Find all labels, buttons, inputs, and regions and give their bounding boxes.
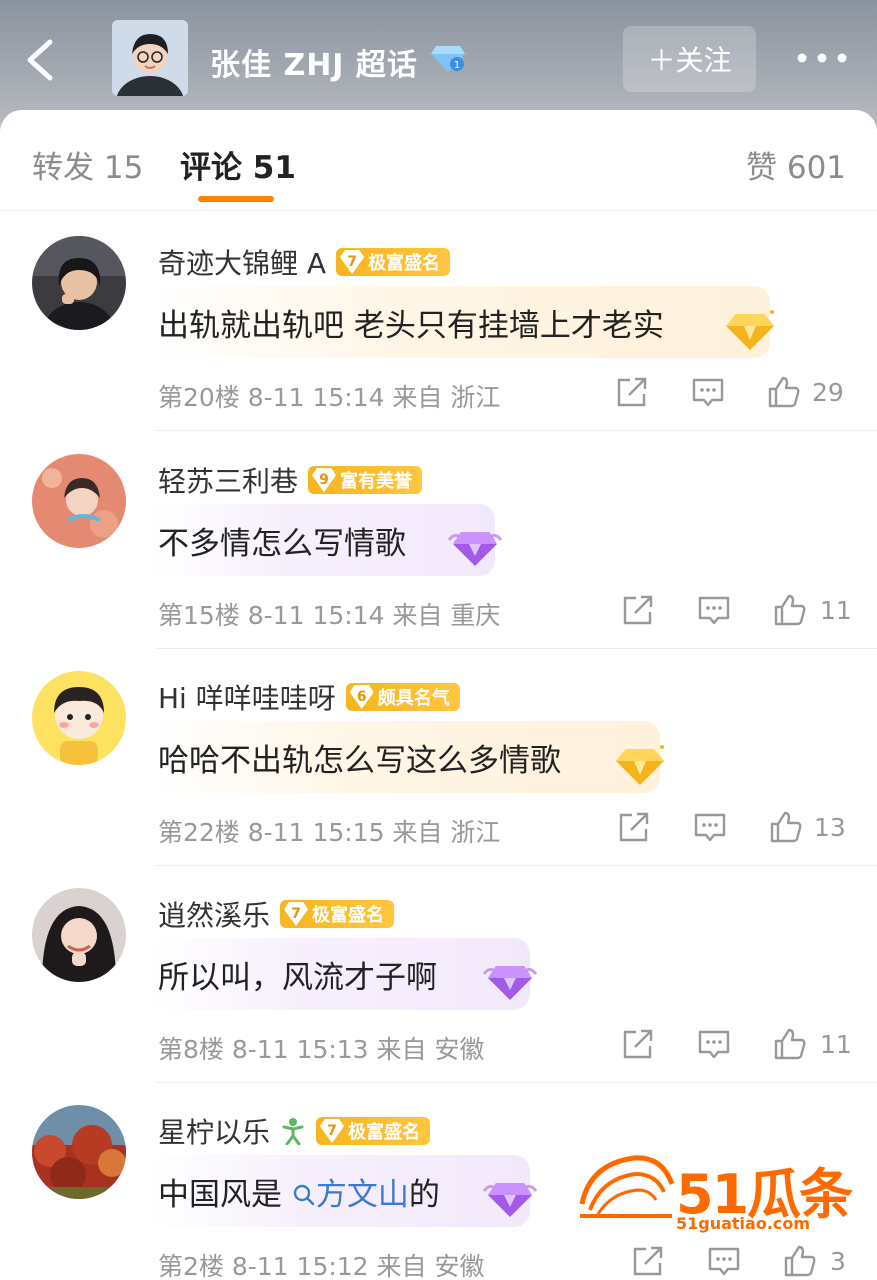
- comment-author: 奇迹大锦鲤 A 7 极富盛名: [158, 242, 451, 282]
- comment-bubble: 所以叫，风流才子啊: [150, 938, 538, 1010]
- comment-text-part: 的: [408, 1176, 440, 1213]
- tabs-divider: [0, 210, 877, 211]
- more-options-icon[interactable]: [792, 46, 852, 70]
- like-count: 11: [820, 1030, 852, 1059]
- user-avatar[interactable]: [32, 1105, 126, 1199]
- reply-comment-icon[interactable]: [692, 809, 728, 845]
- user-avatar[interactable]: [32, 888, 126, 982]
- watermark-url: 51guatiao.com: [676, 1214, 811, 1233]
- fan-level-badge: 7 极富盛名: [336, 248, 451, 276]
- follow-button[interactable]: ＋关注: [623, 26, 756, 92]
- verified-diamond-icon: 1: [431, 46, 465, 72]
- svg-text:1: 1: [454, 60, 460, 71]
- comment-item: Hi 咩咩哇哇呀 6 颇具名气 哈哈不出轨怎么写这么多情歌 第22楼 8-11 …: [0, 649, 877, 866]
- search-link[interactable]: 方文山: [292, 1177, 409, 1213]
- comment-text: 出轨就出轨吧 老头只有挂墙上才老实: [158, 307, 664, 344]
- comment-author: 逍然溪乐 7 极富盛名: [158, 894, 395, 934]
- like-count: 11: [820, 596, 852, 625]
- level-number: 6: [349, 685, 374, 709]
- comment-meta: 第15楼 8-11 15:14 来自 重庆: [158, 601, 501, 630]
- fan-level-badge: 7 极富盛名: [316, 1117, 431, 1145]
- purple-gem-icon: [447, 532, 503, 566]
- comment-text-part: 中国风是: [158, 1176, 292, 1213]
- fan-level-badge: 7 极富盛名: [280, 900, 395, 928]
- level-number: 7: [340, 250, 365, 274]
- reply-comment-icon[interactable]: [696, 1026, 732, 1062]
- fan-figure-icon: [282, 1118, 304, 1145]
- search-icon: [293, 1184, 315, 1205]
- badge-label: 富有美誉: [340, 471, 413, 492]
- badge-label: 极富盛名: [312, 905, 385, 926]
- reply-comment-icon[interactable]: [690, 374, 726, 410]
- like-count: 3: [830, 1247, 846, 1276]
- reply-comment-icon[interactable]: [696, 592, 732, 628]
- comment-item: 轻苏三利巷 9 富有美誉 不多情怎么写情歌 第15楼 8-11 15:14 来自…: [0, 432, 877, 649]
- like-thumb-icon[interactable]: [766, 374, 802, 410]
- share-icon[interactable]: [616, 809, 652, 845]
- like-count: 29: [812, 378, 844, 407]
- username[interactable]: Hi 咩咩哇哇呀: [158, 677, 336, 717]
- user-avatar[interactable]: [32, 671, 126, 765]
- badge-label: 极富盛名: [348, 1122, 421, 1143]
- search-link-text[interactable]: 方文山: [316, 1177, 409, 1213]
- purple-gem-icon: [482, 1183, 538, 1217]
- comment-author: 星柠以乐 7 极富盛名: [158, 1111, 431, 1151]
- purple-gem-icon: [482, 966, 538, 1000]
- active-tab-indicator: [198, 196, 274, 202]
- tab-comments[interactable]: 评论 51: [180, 142, 296, 187]
- like-thumb-icon[interactable]: [772, 1026, 808, 1062]
- reply-comment-icon[interactable]: [706, 1243, 742, 1279]
- row-divider: [156, 430, 877, 431]
- back-arrow-icon[interactable]: [22, 36, 62, 84]
- comment-text: 所以叫，风流才子啊: [158, 959, 437, 996]
- comment-item: 奇迹大锦鲤 A 7 极富盛名 出轨就出轨吧 老头只有挂墙上才老实 第20楼 8-…: [0, 214, 877, 431]
- username[interactable]: 逍然溪乐: [158, 894, 270, 934]
- username[interactable]: 轻苏三利巷: [158, 460, 298, 500]
- comment-meta: 第2楼 8-11 15:12 来自 安徽: [158, 1252, 485, 1280]
- gold-gem-icon: [726, 310, 774, 350]
- comment-bubble: 出轨就出轨吧 老头只有挂墙上才老实: [150, 286, 774, 358]
- tab-bar: 转发 15 评论 51 赞 601: [0, 110, 877, 211]
- fan-level-badge: 6 颇具名气: [345, 683, 460, 711]
- like-thumb-icon[interactable]: [768, 809, 804, 845]
- user-avatar[interactable]: [32, 236, 126, 330]
- comment-bubble: 中国风是 方文山的: [150, 1155, 538, 1227]
- gold-gem-icon: [616, 745, 664, 785]
- watermark-melon-logo: [579, 1155, 675, 1218]
- comment-author: 轻苏三利巷 9 富有美誉: [158, 460, 423, 500]
- comment-text: 哈哈不出轨怎么写这么多情歌: [158, 742, 561, 779]
- tab-repost[interactable]: 转发 15: [32, 142, 143, 187]
- username[interactable]: 星柠以乐: [158, 1111, 270, 1151]
- like-count: 13: [814, 813, 846, 842]
- badge-label: 颇具名气: [377, 688, 450, 709]
- share-icon[interactable]: [620, 1026, 656, 1062]
- like-thumb-icon[interactable]: [782, 1243, 818, 1279]
- comment-text: 不多情怎么写情歌: [158, 525, 406, 562]
- supertopic-avatar[interactable]: [112, 20, 188, 96]
- username[interactable]: 奇迹大锦鲤 A: [158, 242, 326, 282]
- supertopic-title: 张佳 ZHJ 超话: [210, 48, 418, 83]
- comment-author: Hi 咩咩哇哇呀 6 颇具名气: [158, 677, 460, 717]
- badge-label: 极富盛名: [368, 253, 441, 274]
- comment-sheet: 转发 15 评论 51 赞 601 奇迹大锦鲤 A 7 极富盛名 出轨就出轨吧 …: [0, 110, 877, 1280]
- comment-bubble: 不多情怎么写情歌: [150, 504, 503, 576]
- user-avatar[interactable]: [32, 454, 126, 548]
- fan-level-badge: 9 富有美誉: [308, 466, 423, 494]
- level-number: 9: [312, 468, 337, 492]
- comment-text: 中国风是 方文山的: [158, 1169, 440, 1214]
- comment-bubble: 哈哈不出轨怎么写这么多情歌: [150, 721, 664, 793]
- comment-meta: 第8楼 8-11 15:13 来自 安徽: [158, 1035, 485, 1064]
- comment-meta: 第20楼 8-11 15:14 来自 浙江: [158, 383, 501, 412]
- level-number: 7: [284, 902, 309, 926]
- like-thumb-icon[interactable]: [772, 592, 808, 628]
- share-icon[interactable]: [630, 1243, 666, 1279]
- level-number: 7: [320, 1119, 345, 1143]
- share-icon[interactable]: [620, 592, 656, 628]
- tab-likes[interactable]: 赞 601: [746, 142, 846, 187]
- site-watermark: 51瓜条 51guatiao.com: [576, 1140, 856, 1240]
- comment-meta: 第22楼 8-11 15:15 来自 浙江: [158, 818, 501, 847]
- share-icon[interactable]: [614, 374, 650, 410]
- comment-item: 逍然溪乐 7 极富盛名 所以叫，风流才子啊 第8楼 8-11 15:13 来自 …: [0, 866, 877, 1083]
